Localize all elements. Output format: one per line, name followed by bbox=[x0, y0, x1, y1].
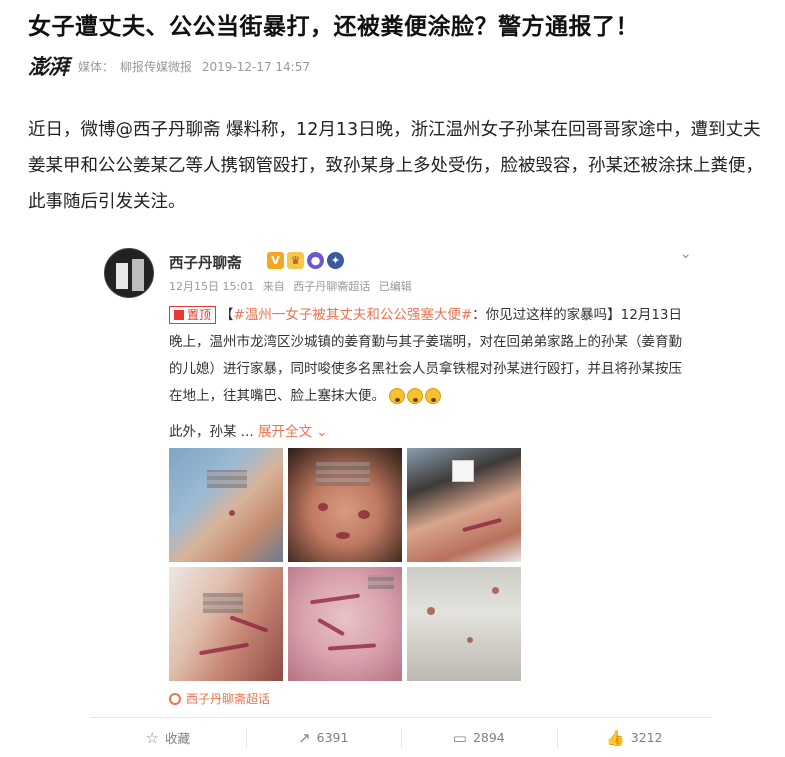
meta-text: 媒体： 柳报传媒微报 2019-12-17 14:57 bbox=[78, 58, 316, 75]
blood-spot bbox=[492, 587, 499, 594]
repost-count: 6391 bbox=[316, 730, 349, 745]
avatar[interactable] bbox=[104, 248, 154, 298]
photo-thumbnail[interactable] bbox=[288, 567, 402, 681]
wound-mark bbox=[358, 510, 370, 519]
wound-streak bbox=[327, 643, 377, 651]
article-lead: 近日，微博@西子丹聊斋 爆料称，12月13日晚，浙江温州女子孙某在回哥哥家途中，… bbox=[28, 120, 763, 212]
post-text: 置顶 【#温州一女子被其丈夫和公公强塞大便#：你见过这样的家暴吗】12月13日晚上… bbox=[169, 302, 689, 410]
star-icon: ☆ bbox=[145, 728, 159, 747]
expand-link[interactable]: 展开全文 ⌄ bbox=[258, 424, 328, 440]
username[interactable]: 西子丹聊斋 bbox=[169, 252, 242, 273]
article-meta: 澎湃 媒体： 柳报传媒微报 2019-12-17 14:57 bbox=[28, 52, 316, 80]
media-label: 媒体： bbox=[78, 59, 115, 74]
wound-mark bbox=[229, 510, 235, 516]
mosaic-blur bbox=[316, 462, 370, 486]
repost-icon: ↗ bbox=[298, 728, 311, 747]
comment-icon: ▭ bbox=[452, 728, 467, 747]
topic-link[interactable]: #温州一女子被其丈夫和公公强塞大便# bbox=[234, 307, 473, 323]
pinned-label: 置顶 bbox=[187, 308, 212, 322]
source-name: 柳报传媒微报 bbox=[120, 59, 193, 74]
thepaper-logo: 澎湃 bbox=[28, 54, 69, 79]
publish-time: 2019-12-17 14:57 bbox=[201, 59, 310, 74]
action-bar: ☆ 收藏 ↗ 6391 ▭ 2894 👍 3212 bbox=[90, 717, 712, 757]
supertopic-label: 西子丹聊斋超话 bbox=[186, 692, 271, 706]
repost-button[interactable]: ↗ 6391 bbox=[245, 718, 402, 757]
shocked-emoji-icon bbox=[425, 388, 442, 404]
from-label: 来自 bbox=[262, 280, 285, 293]
shocked-emoji-icon bbox=[389, 388, 406, 404]
blood-spot bbox=[427, 607, 435, 615]
photo-thumbnail[interactable] bbox=[169, 567, 283, 681]
bracket-open: 【 bbox=[220, 307, 234, 323]
mosaic-blur bbox=[207, 470, 247, 488]
crown-icon[interactable]: ♛ bbox=[287, 252, 304, 269]
post-date[interactable]: 12月15日 15:01 bbox=[169, 280, 254, 293]
member-icon[interactable]: ● bbox=[307, 252, 324, 269]
wound-mark bbox=[318, 503, 328, 511]
wound-mark bbox=[336, 532, 350, 539]
edited-label: 已编辑 bbox=[378, 280, 412, 293]
bandage-shape bbox=[452, 460, 474, 482]
photo-thumbnail[interactable] bbox=[407, 567, 521, 681]
from-source[interactable]: 西子丹聊斋超话 bbox=[293, 280, 370, 293]
chevron-down-icon[interactable]: ⌄ bbox=[679, 244, 692, 262]
emoji-group bbox=[389, 388, 442, 404]
shocked-emoji-icon bbox=[407, 388, 424, 404]
pin-icon bbox=[174, 310, 184, 320]
rocket-icon[interactable]: ✦ bbox=[327, 252, 344, 269]
wound-streak bbox=[317, 617, 345, 637]
blood-spot bbox=[467, 637, 473, 643]
pinned-badge: 置顶 bbox=[169, 306, 217, 324]
like-count: 3212 bbox=[630, 730, 663, 745]
like-button[interactable]: 👍 3212 bbox=[556, 718, 713, 757]
comment-button[interactable]: ▭ 2894 bbox=[401, 718, 557, 757]
like-icon: 👍 bbox=[606, 728, 625, 747]
photo-thumbnail[interactable] bbox=[169, 448, 283, 562]
article-headline: 女子遭丈夫、公公当街暴打，还被粪便涂脸？警方通报了！ bbox=[28, 14, 639, 40]
favorite-button[interactable]: ☆ 收藏 bbox=[90, 718, 246, 757]
weibo-embed: 西子丹聊斋 V ♛ ● ✦ 12月15日 15:01 来自 西子丹聊斋超话 已编… bbox=[90, 230, 712, 750]
post-subline: 12月15日 15:01 来自 西子丹聊斋超话 已编辑 bbox=[169, 278, 417, 294]
avatar-shape bbox=[116, 263, 128, 289]
wound-streak bbox=[229, 615, 269, 633]
photo-grid bbox=[169, 448, 524, 681]
comment-count: 2894 bbox=[472, 730, 505, 745]
user-badges: V ♛ ● ✦ bbox=[267, 252, 344, 269]
wound-streak bbox=[199, 642, 249, 656]
wound-streak bbox=[462, 517, 502, 533]
mosaic-blur bbox=[368, 575, 394, 589]
supertopic-icon bbox=[169, 692, 181, 705]
verified-icon[interactable]: V bbox=[267, 252, 284, 269]
weibo-card: 西子丹聊斋 V ♛ ● ✦ 12月15日 15:01 来自 西子丹聊斋超话 已编… bbox=[90, 230, 712, 717]
avatar-shape bbox=[132, 259, 144, 291]
more-text: 此外，孙某 ... bbox=[169, 424, 254, 440]
mosaic-blur bbox=[203, 593, 243, 613]
supertopic-link[interactable]: 西子丹聊斋超话 bbox=[169, 690, 270, 707]
more-line: 此外，孙某 ... 展开全文 ⌄ bbox=[169, 420, 328, 440]
photo-thumbnail[interactable] bbox=[407, 448, 521, 562]
expand-label: 展开全文 bbox=[257, 424, 312, 440]
wound-streak bbox=[309, 593, 361, 605]
photo-thumbnail[interactable] bbox=[288, 448, 402, 562]
favorite-label: 收藏 bbox=[164, 731, 190, 746]
